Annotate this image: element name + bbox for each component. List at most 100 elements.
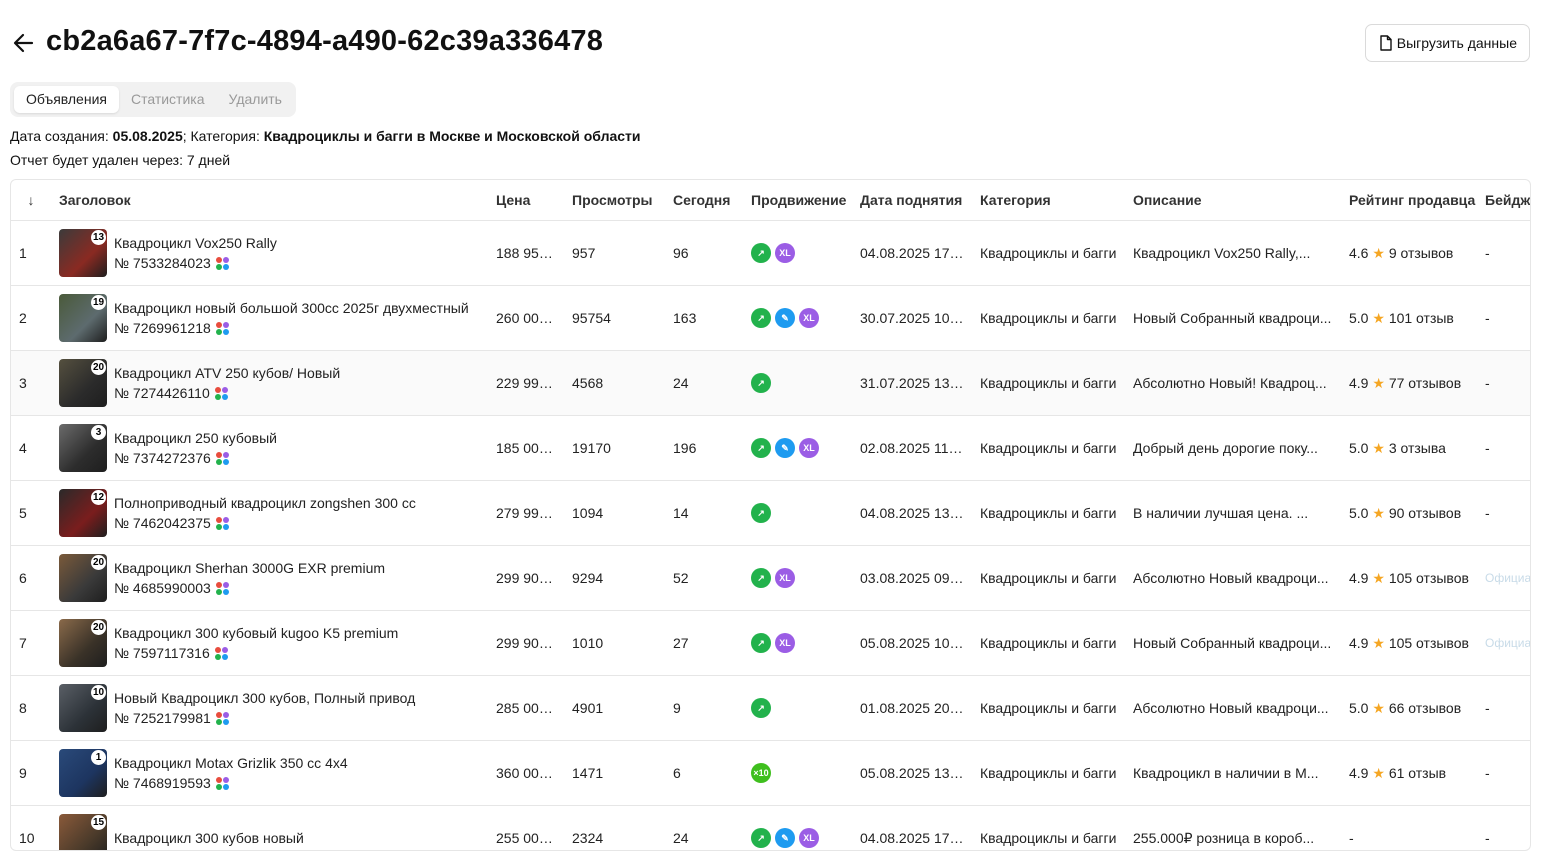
promo-pin-icon: ✎: [775, 828, 795, 848]
star-icon: ★: [1372, 310, 1385, 326]
reviews-count: 77 отзывов: [1389, 375, 1461, 391]
listing-title[interactable]: Квадроцикл Motax Grizlik 350 cc 4x4: [114, 753, 348, 773]
table-row[interactable]: 512Полноприводный квадроцикл zongshen 30…: [11, 481, 1531, 546]
today-views: 96: [665, 221, 743, 286]
listing-title[interactable]: Квадроцикл 300 кубовый kugoo K5 premium: [114, 623, 398, 643]
badge: -: [1477, 286, 1531, 351]
today-views: 27: [665, 611, 743, 676]
col-category[interactable]: Категория: [972, 180, 1125, 221]
listing-photo[interactable]: 20: [59, 359, 107, 407]
category: Квадроциклы и багги: [972, 741, 1125, 806]
listings-table-container[interactable]: ↓ Заголовок Цена Просмотры Сегодня Продв…: [10, 179, 1531, 851]
col-description[interactable]: Описание: [1125, 180, 1341, 221]
listing-title-cell[interactable]: 13Квадроцикл Vox250 Rally№ 7533284023: [59, 229, 480, 277]
listing-title-cell[interactable]: 12 Полноприводный квадроцикл zongshen 300…: [59, 489, 480, 537]
listing-photo[interactable]: 13: [59, 229, 107, 277]
listing-title[interactable]: Квадроцикл новый большой 300cc 2025г дву…: [114, 298, 469, 318]
price: 360 000 ₽: [488, 741, 564, 806]
col-badge[interactable]: Бейдж: [1477, 180, 1531, 221]
col-views[interactable]: Просмотры: [564, 180, 665, 221]
listing-title-cell[interactable]: 20 Квадроцикл Sherhan 3000G EXR premium№ …: [59, 554, 480, 602]
today-views: 196: [665, 416, 743, 481]
promo-raise-icon: ↗: [751, 243, 771, 263]
promo-xl-icon: XL: [799, 308, 819, 328]
table-row[interactable]: 1015Квадроцикл 300 кубов новый255 000 ₽2…: [11, 806, 1531, 851]
listing-title-cell[interactable]: 20Квадроцикл ATV 250 кубов/ Новый№ 72744…: [59, 359, 480, 407]
description: Абсолютно Новый квадроци...: [1125, 546, 1341, 611]
listing-title[interactable]: Квадроцикл 250 кубовый: [114, 428, 277, 448]
promotion-icons: ↗: [751, 373, 844, 393]
reviews-count: 66 отзывов: [1389, 700, 1461, 716]
promo-pin-icon: ✎: [775, 438, 795, 458]
category: Квадроциклы и багги: [972, 546, 1125, 611]
description: Квадроцикл Vox250 Rally,...: [1125, 221, 1341, 286]
sort-icon[interactable]: ↓: [11, 180, 51, 221]
listing-photo[interactable]: 10: [59, 684, 107, 732]
promo-xl-icon: XL: [775, 633, 795, 653]
services-dots-icon: [216, 257, 229, 270]
listing-id: № 4685990003: [114, 578, 211, 598]
star-icon: ★: [1372, 570, 1385, 586]
photo-count-badge: 20: [91, 620, 106, 635]
table-row[interactable]: 43Квадроцикл 250 кубовый№ 7374272376185 …: [11, 416, 1531, 481]
listing-title[interactable]: Квадроцикл ATV 250 кубов/ Новый: [114, 363, 340, 383]
listing-title[interactable]: Квадроцикл Sherhan 3000G EXR premium: [114, 558, 385, 578]
promo-raise-icon: ↗: [751, 568, 771, 588]
listing-photo[interactable]: 12: [59, 489, 107, 537]
col-promotion[interactable]: Продвижение: [743, 180, 852, 221]
price: 299 900 ₽: [488, 611, 564, 676]
listing-title-cell[interactable]: 20 Квадроцикл 300 кубовый kugoo K5 premiu…: [59, 619, 480, 667]
table-row[interactable]: 720Квадроцикл 300 кубовый kugoo K5 premi…: [11, 611, 1531, 676]
listing-title[interactable]: Квадроцикл Vox250 Rally: [114, 233, 277, 253]
star-icon: ★: [1372, 375, 1385, 391]
photo-count-badge: 20: [91, 555, 106, 570]
tab-listings[interactable]: Объявления: [14, 86, 119, 113]
tab-statistics[interactable]: Статистика: [119, 86, 217, 113]
col-price[interactable]: Цена: [488, 180, 564, 221]
listing-title[interactable]: Квадроцикл 300 кубов новый: [114, 828, 304, 848]
table-header-row: ↓ Заголовок Цена Просмотры Сегодня Продв…: [11, 180, 1531, 221]
col-seller-rating[interactable]: Рейтинг продавца: [1341, 180, 1477, 221]
col-today[interactable]: Сегодня: [665, 180, 743, 221]
price: 185 000 ₽: [488, 416, 564, 481]
tab-delete[interactable]: Удалить: [217, 86, 294, 113]
price: 229 999 ₽: [488, 351, 564, 416]
listing-photo[interactable]: 20: [59, 554, 107, 602]
listing-title[interactable]: Полноприводный квадроцикл zongshen 300 c…: [114, 493, 416, 513]
rating-value: 5.0: [1349, 700, 1368, 716]
promo-raise-icon: ↗: [751, 828, 771, 848]
listing-photo[interactable]: 1: [59, 749, 107, 797]
col-raise-date[interactable]: Дата поднятия: [852, 180, 972, 221]
table-row[interactable]: 620Квадроцикл Sherhan 3000G EXR premium№…: [11, 546, 1531, 611]
listing-title-cell[interactable]: 10 Новый Квадроцикл 300 кубов, Полный при…: [59, 684, 480, 732]
photo-count-badge: 13: [91, 230, 106, 245]
back-arrow-icon[interactable]: [12, 31, 34, 55]
listing-photo[interactable]: 19: [59, 294, 107, 342]
description: 255.000₽ розница в короб...: [1125, 806, 1341, 851]
listing-photo[interactable]: 15: [59, 814, 107, 851]
table-row[interactable]: 810 Новый Квадроцикл 300 кубов, Полный пр…: [11, 676, 1531, 741]
listing-photo[interactable]: 20: [59, 619, 107, 667]
listing-photo[interactable]: 3: [59, 424, 107, 472]
table-row[interactable]: 113Квадроцикл Vox250 Rally№ 753328402318…: [11, 221, 1531, 286]
row-number: 10: [11, 806, 51, 851]
table-row[interactable]: 320Квадроцикл ATV 250 кубов/ Новый№ 7274…: [11, 351, 1531, 416]
promo-pin-icon: ✎: [775, 308, 795, 328]
table-row[interactable]: 219Квадроцикл новый большой 300cc 2025г …: [11, 286, 1531, 351]
col-title[interactable]: Заголовок: [51, 180, 488, 221]
created-label: Дата создания:: [10, 128, 113, 144]
views: 1471: [564, 741, 665, 806]
rating-value: 4.6: [1349, 245, 1368, 261]
category-label: ; Категория:: [183, 128, 264, 144]
badge: -: [1477, 416, 1531, 481]
category: Квадроциклы и багги: [972, 481, 1125, 546]
table-row[interactable]: 91Квадроцикл Motax Grizlik 350 cc 4x4№ 7…: [11, 741, 1531, 806]
listing-title-cell[interactable]: 1Квадроцикл Motax Grizlik 350 cc 4x4№ 74…: [59, 749, 480, 797]
description: Новый Собранный квадроци...: [1125, 611, 1341, 676]
listing-title-cell[interactable]: 15 Квадроцикл 300 кубов новый: [59, 814, 480, 851]
listing-title-cell[interactable]: 19 Квадроцикл новый большой 300cc 2025г д…: [59, 294, 480, 342]
listing-title[interactable]: Новый Квадроцикл 300 кубов, Полный приво…: [114, 688, 415, 708]
listing-title-cell[interactable]: 3Квадроцикл 250 кубовый№ 7374272376: [59, 424, 480, 472]
export-data-button[interactable]: Выгрузить данные: [1365, 24, 1530, 62]
row-number: 8: [11, 676, 51, 741]
